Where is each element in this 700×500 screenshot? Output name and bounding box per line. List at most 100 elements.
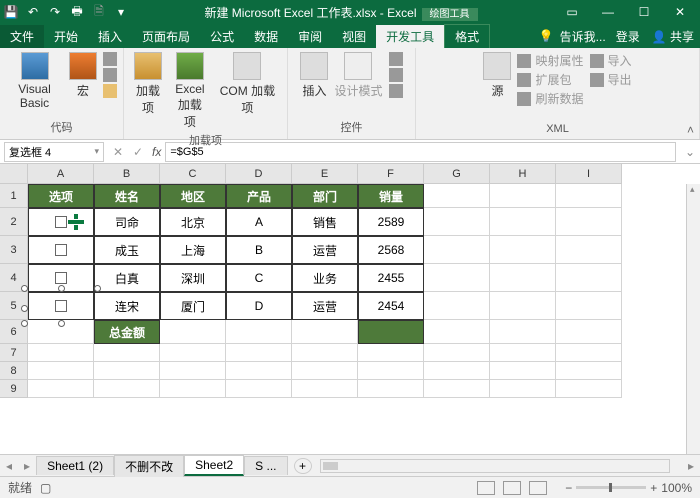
col-header-i[interactable]: I (556, 164, 622, 184)
sheet-tab[interactable]: S ... (244, 456, 287, 475)
cell-region[interactable]: 上海 (160, 236, 226, 264)
col-header-a[interactable]: A (28, 164, 94, 184)
menu-file[interactable]: 文件 (0, 25, 44, 48)
com-addins-button[interactable]: COM 加载项 (214, 52, 281, 116)
save-icon[interactable]: 💾 (4, 5, 18, 19)
cell-dept[interactable]: 业务 (292, 264, 358, 292)
visual-basic-button[interactable]: Visual Basic (6, 52, 63, 110)
cell[interactable] (28, 362, 94, 380)
menu-formula[interactable]: 公式 (200, 25, 244, 48)
row-header-9[interactable]: 9 (0, 380, 28, 398)
tab-next-icon[interactable]: ▸ (18, 459, 36, 473)
menu-data[interactable]: 数据 (244, 25, 288, 48)
cell[interactable] (28, 320, 94, 344)
checkbox-icon[interactable] (55, 300, 67, 312)
cell-name[interactable]: 白真 (94, 264, 160, 292)
cell-product[interactable]: B (226, 236, 292, 264)
addins-button[interactable]: 加载项 (130, 52, 166, 116)
relative-ref-button[interactable] (103, 68, 117, 82)
cell[interactable] (226, 344, 292, 362)
sheet-tab[interactable]: 不删不改 (114, 455, 184, 477)
cell[interactable] (292, 380, 358, 398)
redo-icon[interactable]: ↷ (48, 5, 62, 19)
cell-region[interactable]: 厦门 (160, 292, 226, 320)
tab-prev-icon[interactable]: ◂ (0, 459, 18, 473)
header-sales[interactable]: 销量 (358, 184, 424, 208)
cell[interactable] (424, 184, 490, 208)
zoom-slider[interactable] (576, 486, 646, 489)
cell[interactable] (490, 264, 556, 292)
close-icon[interactable]: ✕ (664, 2, 696, 22)
scroll-right-icon[interactable]: ▸ (682, 459, 700, 473)
cell[interactable] (556, 380, 622, 398)
expand-formula-icon[interactable]: ⌄ (680, 145, 700, 159)
header-region[interactable]: 地区 (160, 184, 226, 208)
cell[interactable] (424, 208, 490, 236)
map-properties-button[interactable]: 映射属性 (517, 52, 583, 69)
checkbox-cell[interactable] (28, 208, 94, 236)
menu-share[interactable]: 👤 共享 (646, 25, 700, 48)
cell[interactable] (556, 292, 622, 320)
sheet-tab[interactable]: Sheet1 (2) (36, 456, 114, 475)
qat-dropdown-icon[interactable]: ▾ (114, 5, 128, 19)
menu-format[interactable]: 格式 (444, 24, 490, 49)
cell[interactable] (490, 344, 556, 362)
menu-layout[interactable]: 页面布局 (132, 25, 200, 48)
col-header-c[interactable]: C (160, 164, 226, 184)
add-sheet-button[interactable]: + (294, 458, 312, 474)
cell[interactable] (94, 362, 160, 380)
view-code-button[interactable] (389, 68, 403, 82)
select-all-corner[interactable] (0, 164, 28, 184)
checkbox-icon[interactable] (55, 216, 67, 228)
cell-dept[interactable]: 运营 (292, 236, 358, 264)
design-mode-button[interactable]: 设计模式 (334, 52, 382, 99)
cell[interactable] (424, 380, 490, 398)
cell-region[interactable]: 深圳 (160, 264, 226, 292)
sheet-tab-active[interactable]: Sheet2 (184, 455, 244, 476)
menu-developer[interactable]: 开发工具 (376, 25, 444, 48)
menu-login[interactable]: 登录 (610, 25, 646, 48)
cell[interactable] (556, 236, 622, 264)
cell-product[interactable]: D (226, 292, 292, 320)
cell-name[interactable]: 成玉 (94, 236, 160, 264)
col-header-b[interactable]: B (94, 164, 160, 184)
cell[interactable] (160, 380, 226, 398)
cell[interactable] (556, 264, 622, 292)
record-macro-button[interactable] (103, 52, 117, 66)
cell[interactable] (292, 362, 358, 380)
checkbox-cell-selected[interactable] (28, 292, 94, 320)
page-break-view-icon[interactable] (529, 481, 547, 495)
xml-source-button[interactable]: 源 (483, 52, 511, 99)
cell-name[interactable]: 连宋 (94, 292, 160, 320)
print-icon[interactable]: 🖶 (70, 5, 84, 19)
cell[interactable] (226, 362, 292, 380)
insert-control-button[interactable]: 插入 (300, 52, 328, 99)
cell[interactable] (358, 344, 424, 362)
cell-sales[interactable]: 2568 (358, 236, 424, 264)
properties-button[interactable] (389, 52, 403, 66)
cell[interactable] (94, 380, 160, 398)
cell[interactable] (358, 362, 424, 380)
cell-name[interactable]: 司命 (94, 208, 160, 236)
cell[interactable] (94, 344, 160, 362)
cell[interactable] (424, 236, 490, 264)
cell[interactable] (160, 362, 226, 380)
cell[interactable] (424, 264, 490, 292)
header-name[interactable]: 姓名 (94, 184, 160, 208)
xml-import-button[interactable]: 导入 (590, 52, 632, 69)
undo-icon[interactable]: ↶ (26, 5, 40, 19)
vertical-scrollbar[interactable] (686, 184, 700, 454)
refresh-data-button[interactable]: 刷新数据 (517, 90, 583, 107)
cell[interactable] (424, 320, 490, 344)
maximize-icon[interactable]: ☐ (628, 2, 660, 22)
cell[interactable] (292, 344, 358, 362)
col-header-g[interactable]: G (424, 164, 490, 184)
menu-view[interactable]: 视图 (332, 25, 376, 48)
normal-view-icon[interactable] (477, 481, 495, 495)
cell-sales[interactable]: 2454 (358, 292, 424, 320)
cell-total-label[interactable]: 总金额 (94, 320, 160, 344)
cell[interactable] (160, 320, 226, 344)
horizontal-scrollbar[interactable] (320, 459, 670, 473)
checkbox-cell[interactable] (28, 264, 94, 292)
cell[interactable] (358, 380, 424, 398)
